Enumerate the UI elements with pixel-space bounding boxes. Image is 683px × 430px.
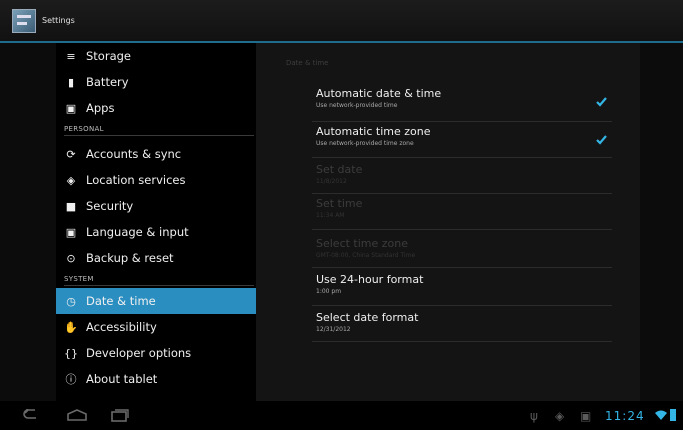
home-icon[interactable] bbox=[66, 409, 88, 421]
select-date-format-row[interactable]: Select date format 12/31/2012 bbox=[316, 311, 610, 341]
system-bar: ψ ◈ ▣ 11:24 bbox=[0, 401, 683, 430]
row-divider bbox=[312, 121, 612, 122]
set-date-row[interactable]: Set date 11/8/2012 bbox=[316, 163, 610, 193]
use-24-hour-format-row[interactable]: Use 24-hour format 1:00 pm bbox=[316, 273, 610, 303]
row-summary: 1:00 pm bbox=[316, 288, 342, 295]
nav-item-label: Security bbox=[86, 199, 134, 213]
backup-icon: ⊙ bbox=[66, 251, 76, 265]
select-time-zone-row[interactable]: Select time zone GMT-08:00, China Standa… bbox=[316, 237, 610, 267]
row-divider bbox=[312, 305, 612, 306]
sync-icon: ⟳ bbox=[66, 147, 76, 161]
automatic-time-zone-row[interactable]: Automatic time zone Use network-provided… bbox=[316, 125, 610, 155]
battery-status-icon bbox=[670, 409, 676, 421]
detail-section-title: Date & time bbox=[286, 59, 329, 67]
nav-item-language-input[interactable]: ▣ Language & input bbox=[56, 219, 256, 245]
nav-item-location-services[interactable]: ◈ Location services bbox=[56, 167, 256, 193]
row-summary: 11:34 AM bbox=[316, 212, 345, 219]
row-title: Set time bbox=[316, 197, 363, 210]
checkmark-icon[interactable] bbox=[595, 95, 608, 108]
location-icon: ◈ bbox=[66, 173, 76, 187]
nav-header-system: SYSTEM bbox=[64, 275, 254, 286]
nav-item-storage[interactable]: ≡ Storage bbox=[56, 43, 256, 69]
row-summary: Use network-provided time zone bbox=[316, 140, 414, 147]
nav-item-backup-reset[interactable]: ⊙ Backup & reset bbox=[56, 245, 256, 271]
row-divider bbox=[312, 193, 612, 194]
automatic-date-time-row[interactable]: Automatic date & time Use network-provid… bbox=[316, 87, 610, 117]
wifi-icon bbox=[655, 410, 667, 420]
action-bar-title: Settings bbox=[42, 16, 75, 25]
accessibility-icon: ✋ bbox=[64, 320, 78, 334]
usb-icon: ψ bbox=[530, 409, 538, 423]
recent-apps-icon[interactable] bbox=[110, 408, 130, 422]
action-bar: Settings bbox=[0, 0, 683, 43]
row-title: Select time zone bbox=[316, 237, 409, 250]
row-summary: GMT-08:00, China Standard Time bbox=[316, 252, 416, 259]
nav-header-personal: PERSONAL bbox=[64, 125, 254, 136]
row-summary: Use network-provided time bbox=[316, 102, 398, 109]
info-icon: ⓘ bbox=[65, 373, 77, 386]
nav-item-label: Developer options bbox=[86, 346, 192, 360]
sd-card-icon: ▣ bbox=[580, 409, 592, 423]
row-divider bbox=[312, 341, 612, 342]
set-time-row[interactable]: Set time 11:34 AM bbox=[316, 197, 610, 227]
row-divider bbox=[312, 229, 612, 230]
row-title: Use 24-hour format bbox=[316, 273, 424, 286]
nav-item-label: Date & time bbox=[86, 294, 156, 308]
nav-item-label: Backup & reset bbox=[86, 251, 174, 265]
row-divider bbox=[312, 267, 612, 268]
nav-item-security[interactable]: ■ Security bbox=[56, 193, 256, 219]
nav-item-apps[interactable]: ▣ Apps bbox=[56, 95, 256, 121]
back-icon[interactable] bbox=[22, 409, 38, 421]
row-divider bbox=[312, 157, 612, 158]
apps-icon: ▣ bbox=[65, 101, 77, 115]
nav-item-label: Location services bbox=[86, 173, 186, 187]
nav-item-label: About tablet bbox=[86, 372, 158, 386]
keyboard-icon: ▣ bbox=[65, 225, 77, 239]
nav-item-about-tablet[interactable]: ⓘ About tablet bbox=[56, 366, 256, 392]
row-title: Select date format bbox=[316, 311, 419, 324]
nav-item-label: Storage bbox=[86, 49, 131, 63]
row-summary: 11/8/2012 bbox=[316, 178, 347, 185]
nav-item-accounts-sync[interactable]: ⟳ Accounts & sync bbox=[56, 141, 256, 167]
row-title: Automatic time zone bbox=[316, 125, 431, 138]
nav-item-battery[interactable]: ▮ Battery bbox=[56, 69, 256, 95]
nav-item-label: Accounts & sync bbox=[86, 147, 182, 161]
status-clock: 11:24 bbox=[605, 409, 645, 423]
developer-icon: {} bbox=[64, 346, 78, 360]
nav-item-label: Battery bbox=[86, 75, 129, 89]
nav-item-label: Accessibility bbox=[86, 320, 157, 334]
row-title: Automatic date & time bbox=[316, 87, 442, 100]
settings-content: ≡ Storage ▮ Battery ▣ Apps PERSONAL ⟳ Ac… bbox=[0, 43, 683, 401]
nav-item-developer-options[interactable]: {} Developer options bbox=[56, 340, 256, 366]
nav-item-label: Apps bbox=[86, 101, 115, 115]
checkmark-icon[interactable] bbox=[595, 133, 608, 146]
battery-icon: ▮ bbox=[67, 75, 75, 89]
settings-nav: ≡ Storage ▮ Battery ▣ Apps PERSONAL ⟳ Ac… bbox=[56, 43, 256, 401]
notification-icon: ◈ bbox=[555, 409, 565, 423]
settings-app-icon[interactable] bbox=[12, 8, 36, 33]
nav-item-label: Language & input bbox=[86, 225, 189, 239]
lock-icon: ■ bbox=[65, 199, 77, 213]
nav-item-accessibility[interactable]: ✋ Accessibility bbox=[56, 314, 256, 340]
row-summary: 12/31/2012 bbox=[316, 326, 351, 333]
detail-pane: Date & time Automatic date & time Use ne… bbox=[256, 43, 640, 401]
nav-item-date-time[interactable]: ◷ Date & time bbox=[56, 288, 256, 314]
row-title: Set date bbox=[316, 163, 363, 176]
clock-icon: ◷ bbox=[66, 294, 76, 308]
storage-icon: ≡ bbox=[66, 49, 76, 63]
